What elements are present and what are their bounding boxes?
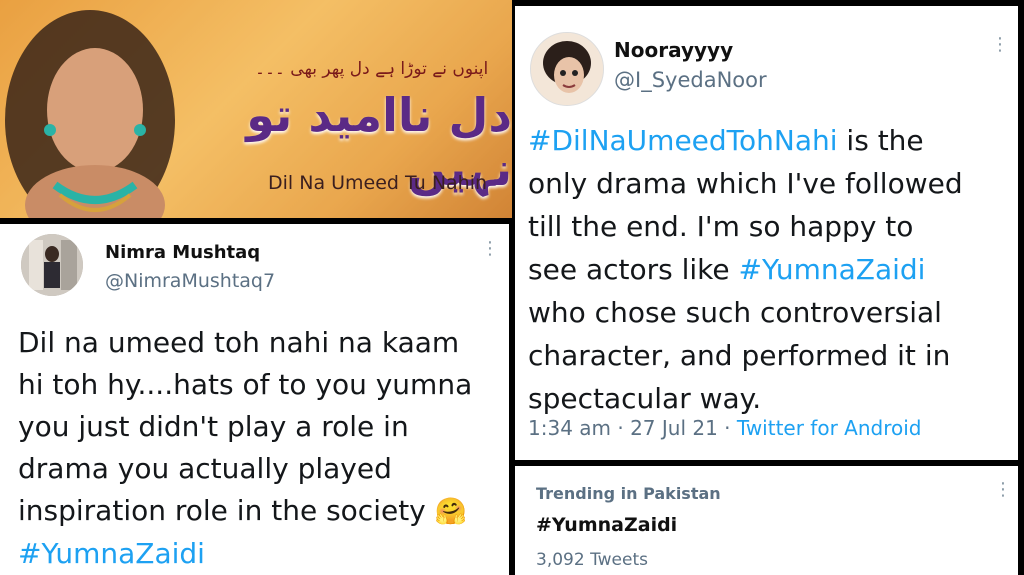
avatar[interactable] [530,32,604,106]
hashtag-link[interactable]: #DilNaUmeedTohNahi [528,124,838,157]
tweet-line-text: inspiration role in the society [18,494,426,527]
banner-urdu-tagline: اپنوں نے توڑا ہے دل پھر بھی ۔۔۔ [255,59,489,79]
trending-hashtag[interactable]: #YumnaZaidi [536,514,677,536]
tweet-line: spectacular way. [528,382,762,415]
tweet-line: you just didn't play a role in [18,410,409,443]
hugging-face-emoji: 🤗 [434,497,468,527]
author-name[interactable]: Nimra Mushtaq [105,242,260,263]
tweet-card-nimra[interactable]: Nimra Mushtaq @NimraMushtaq7 ⋮ Dil na um… [0,224,509,575]
trending-tweet-count: 3,092 Tweets [536,550,648,570]
tweet-text: Dil na umeed toh nahi na kaam hi toh hy.… [18,322,506,575]
tweet-line: Dil na umeed toh nahi na kaam [18,326,460,359]
tweet-line: character, and performed it in [528,339,951,372]
tweet-timestamp[interactable]: 1:34 am · 27 Jul 21 · [528,416,737,440]
tweet-line: hi toh hy....hats of to you yumna [18,368,473,401]
tweet-line-text: see actors like [528,253,739,286]
author-name[interactable]: Noorayyyy [614,38,733,62]
author-handle[interactable]: @I_SyedaNoor [614,68,767,92]
author-handle[interactable]: @NimraMushtaq7 [105,270,275,292]
tweet-line: #DilNaUmeedTohNahi is the [528,119,1016,162]
tweet-text: #DilNaUmeedTohNahi is the only drama whi… [528,119,1016,420]
hashtag-link[interactable]: #YumnaZaidi [18,533,506,575]
tweet-line: only drama which I've followed [528,167,963,200]
hashtag-link[interactable]: #YumnaZaidi [739,253,926,286]
banner-english-title: Dil Na Umeed Tu Nahin [268,172,488,194]
tweet-meta: 1:34 am · 27 Jul 21 · Twitter for Androi… [528,416,921,440]
trending-label: Trending in Pakistan [536,484,721,503]
tweet-line: see actors like #YumnaZaidi [528,248,1016,291]
tweet-line: inspiration role in the society 🤗 [18,490,506,533]
more-options-icon[interactable]: ⋮ [481,240,499,258]
tweet-line: who chose such controversial [528,296,942,329]
tweet-card-noor[interactable]: Noorayyyy @I_SyedaNoor ⋮ #DilNaUmeedTohN… [515,6,1018,460]
trending-card[interactable]: Trending in Pakistan ⋮ #YumnaZaidi 3,092… [515,466,1018,575]
more-options-icon[interactable]: ⋮ [991,36,1009,54]
more-options-icon[interactable]: ⋮ [994,481,1012,499]
tweet-line: drama you actually played [18,452,392,485]
avatar[interactable] [21,234,83,296]
drama-banner: اپنوں نے توڑا ہے دل پھر بھی ۔۔۔ دل ناامی… [0,0,512,218]
tweet-line: till the end. I'm so happy to [528,210,914,243]
tweet-line-text: is the [837,124,924,157]
tweet-source-link[interactable]: Twitter for Android [737,416,922,440]
